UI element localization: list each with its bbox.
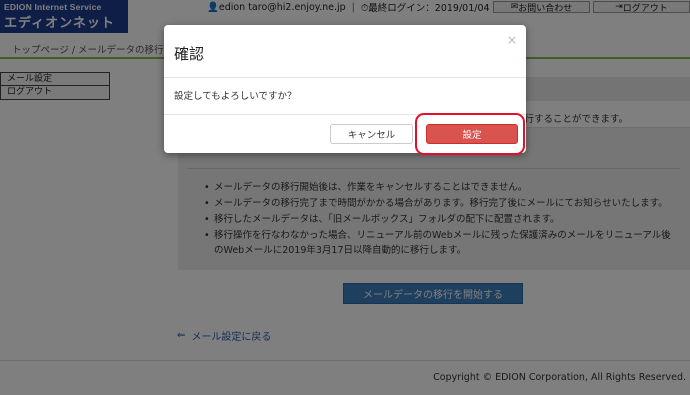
dialog-divider-top xyxy=(164,77,526,78)
close-icon[interactable]: × xyxy=(507,33,517,47)
cancel-button[interactable]: キャンセル xyxy=(330,124,413,144)
confirm-button-highlight xyxy=(415,113,525,155)
dialog-title: 確認 xyxy=(174,45,205,63)
dialog-message: 設定してもよろしいですか？ xyxy=(174,91,297,102)
